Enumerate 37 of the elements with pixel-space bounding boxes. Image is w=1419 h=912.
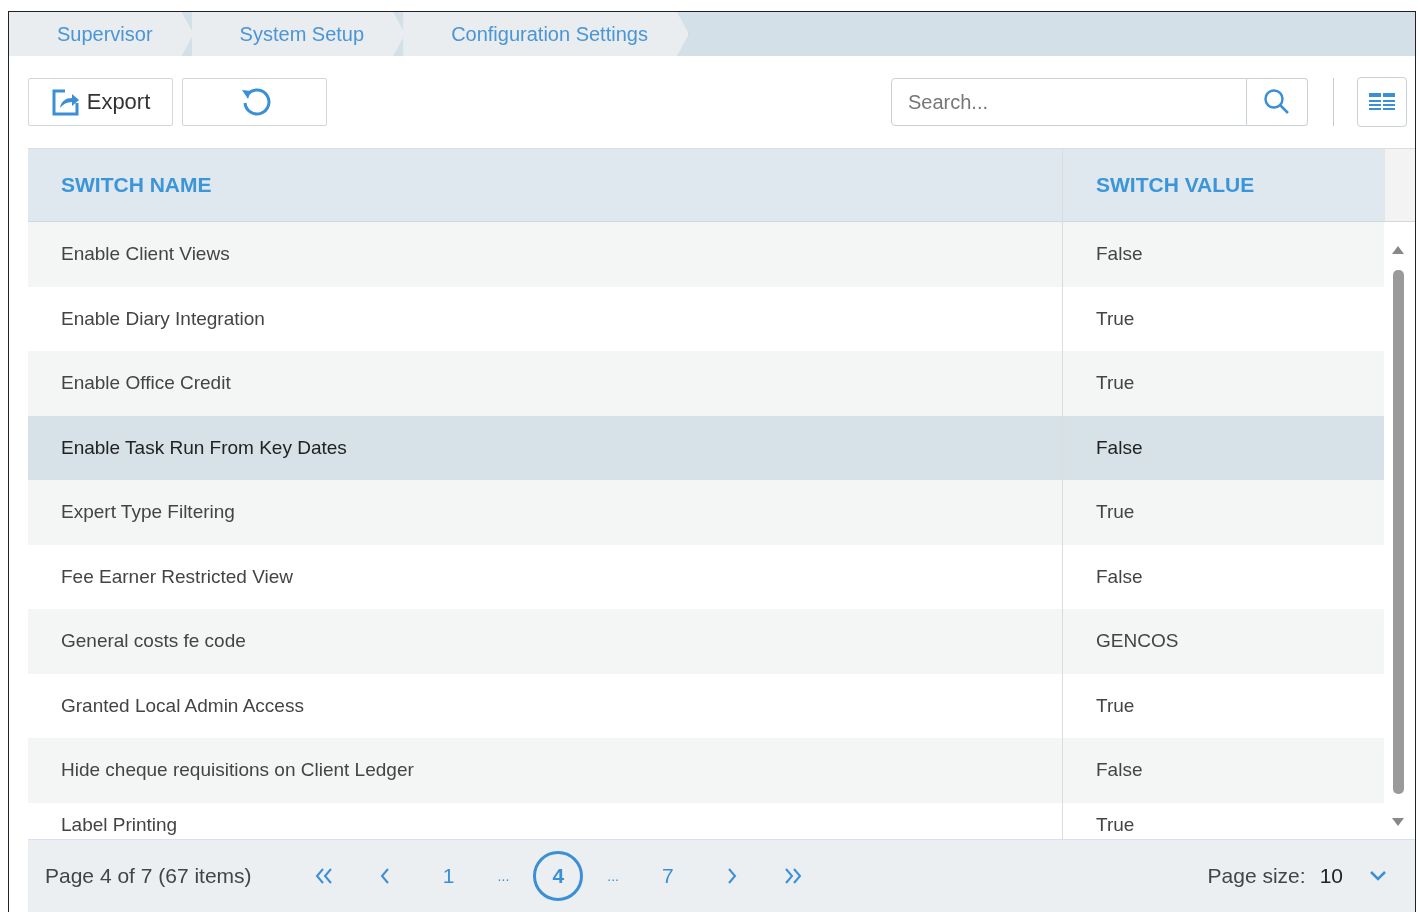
table-row[interactable]: Enable Office Credit True <box>28 351 1384 416</box>
search-icon <box>1263 88 1291 116</box>
chevron-down-icon[interactable] <box>1369 870 1387 882</box>
search-button[interactable] <box>1247 78 1308 126</box>
last-page-icon[interactable] <box>782 866 803 886</box>
table-cell: True <box>1062 351 1384 416</box>
refresh-button[interactable] <box>182 78 327 126</box>
page-size-label: Page size: <box>1207 864 1306 888</box>
table-cell-text: Granted Local Admin Access <box>60 693 305 718</box>
table-cell-text: Enable Task Run From Key Dates <box>60 435 348 460</box>
table-cell-text: Label Printing <box>60 812 179 837</box>
column-chooser-button[interactable] <box>1357 77 1407 127</box>
table-cell: False <box>1062 222 1384 287</box>
page-size-dropdown[interactable]: 10 <box>1319 864 1343 888</box>
table-cell: GENCOS <box>1062 609 1384 674</box>
table-cell-text: General costs fe code <box>60 629 247 654</box>
table-row[interactable]: General costs fe code GENCOS <box>28 609 1384 674</box>
page-summary: Page 4 of 7 (67 items) <box>45 864 252 888</box>
table-row[interactable]: Enable Task Run From Key Dates False <box>28 415 1384 480</box>
table-cell: False <box>1062 738 1384 803</box>
table-cell-text: Fee Earner Restricted View <box>60 564 294 589</box>
columns-icon <box>1369 92 1395 112</box>
table-cell: True <box>1062 480 1384 545</box>
table-cell-text: Expert Type Filtering <box>60 500 236 525</box>
table-row[interactable]: Enable Client Views False <box>28 222 1384 287</box>
table-cell-text: Enable Office Credit <box>60 371 232 396</box>
table-row[interactable]: Expert Type Filtering True <box>28 480 1384 545</box>
search-field[interactable]: Search... <box>891 78 1247 126</box>
table-cell-text: Enable Client Views <box>60 242 231 267</box>
first-page-icon[interactable] <box>313 866 334 886</box>
table-row[interactable]: Hide cheque requisitions on Client Ledger False <box>28 738 1384 803</box>
export-button[interactable]: Export <box>28 78 173 126</box>
page-ellipsis: ... <box>607 868 619 884</box>
page-ellipsis: ... <box>497 868 510 884</box>
table-cell-text: Hide cheque requisitions on Client Ledger <box>60 758 415 783</box>
table-cell-text: Enable Diary Integration <box>60 306 266 331</box>
export-icon <box>50 87 81 117</box>
